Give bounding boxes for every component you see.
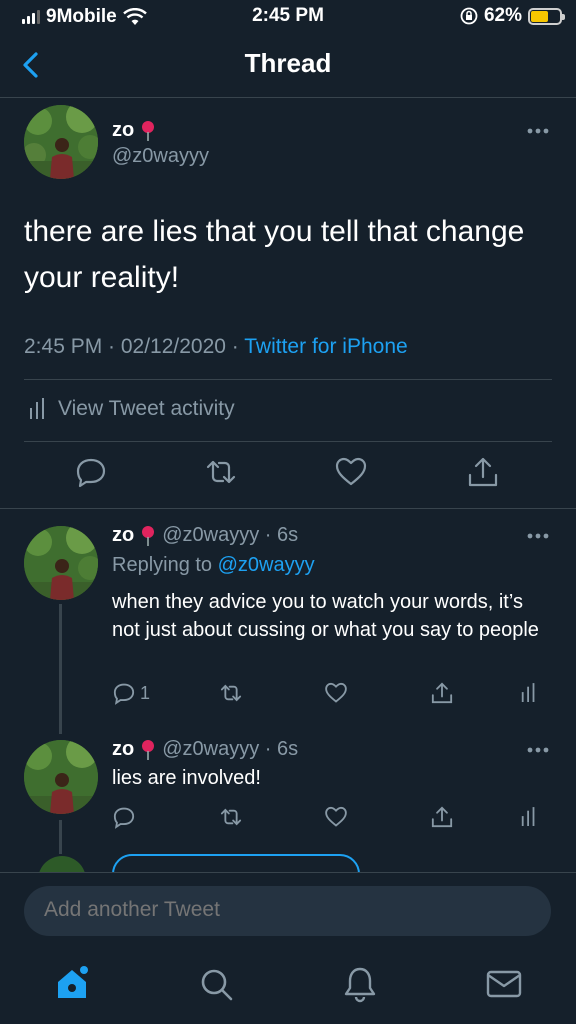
- nav-header: Thread: [0, 34, 576, 98]
- pin-emoji-icon: [142, 739, 155, 760]
- retweet-icon: [220, 684, 242, 702]
- more-icon[interactable]: [526, 532, 550, 540]
- home-icon[interactable]: [52, 964, 92, 1004]
- share-icon[interactable]: [466, 455, 500, 489]
- reply-count: 1: [140, 682, 151, 703]
- like-button[interactable]: [324, 804, 348, 830]
- notifications-icon[interactable]: [340, 964, 380, 1004]
- display-name: zo: [112, 524, 135, 546]
- activity-button[interactable]: [520, 804, 538, 830]
- divider: [24, 441, 552, 442]
- more-icon[interactable]: [526, 127, 550, 135]
- tweet-source-link[interactable]: Twitter for iPhone: [244, 335, 407, 358]
- tab-bar: [0, 950, 576, 1024]
- section-divider: [0, 508, 576, 509]
- activity-icon: [30, 398, 44, 419]
- handle-time: @z0wayyy · 6s: [162, 738, 299, 760]
- like-icon[interactable]: [334, 455, 368, 489]
- tweet-text: there are lies that you tell that change…: [24, 215, 525, 294]
- pin-emoji-icon: [142, 120, 155, 141]
- tweet-actions: 1: [0, 680, 576, 710]
- handle-time: @z0wayyy · 6s: [162, 524, 299, 546]
- avatar[interactable]: [24, 740, 98, 814]
- handle: @z0wayyy: [112, 145, 209, 167]
- replying-to: Replying to @z0wayyy: [112, 554, 315, 576]
- compose-bar[interactable]: [24, 886, 551, 936]
- view-activity-label: View Tweet activity: [58, 397, 235, 420]
- messages-icon[interactable]: [484, 964, 524, 1004]
- add-tweet-input[interactable]: [44, 898, 524, 922]
- activity-button[interactable]: [520, 680, 538, 706]
- status-bar: 9Mobile 2:45 PM 62%: [0, 0, 576, 34]
- like-icon: [325, 682, 347, 703]
- tweet-actions: [0, 804, 576, 834]
- avatar[interactable]: [24, 105, 98, 179]
- activity-icon: [521, 683, 535, 702]
- share-button[interactable]: [430, 680, 454, 706]
- battery-icon: [528, 7, 565, 25]
- battery-percent: 62%: [483, 5, 522, 26]
- reply-header: zo @z0wayyy · 6s: [112, 738, 298, 761]
- reply-button[interactable]: [112, 804, 136, 830]
- page-title: Thread: [244, 48, 332, 78]
- orientation-lock-icon: [460, 7, 478, 25]
- reply-icon[interactable]: [74, 455, 108, 489]
- like-icon: [325, 806, 347, 827]
- tweet-text: when they advice you to watch your words…: [112, 591, 539, 641]
- reply-icon: [113, 807, 135, 829]
- tweet-meta: 2:45 PM · 02/12/2020 · Twitter for iPhon…: [24, 335, 408, 359]
- reply-icon: [113, 683, 135, 705]
- battery-area: 62%: [460, 5, 565, 27]
- view-activity-link[interactable]: View Tweet activity: [28, 397, 235, 421]
- activity-icon: [521, 807, 535, 826]
- tweet-text: lies are involved!: [112, 767, 261, 789]
- like-button[interactable]: [324, 680, 348, 706]
- reply-button[interactable]: 1: [112, 680, 150, 706]
- retweet-icon[interactable]: [204, 455, 238, 489]
- avatar[interactable]: [24, 526, 98, 600]
- replying-to-link[interactable]: @z0wayyy: [218, 554, 315, 576]
- tweet-actions: [0, 455, 576, 495]
- retweet-icon: [220, 808, 242, 826]
- divider: [0, 872, 576, 873]
- share-icon: [431, 682, 453, 704]
- reply-header: zo @z0wayyy · 6s: [112, 524, 298, 547]
- pin-emoji-icon: [142, 525, 155, 546]
- share-icon: [431, 806, 453, 828]
- display-name: zo: [112, 738, 135, 760]
- tweet-timestamp: 2:45 PM · 02/12/2020 ·: [24, 335, 245, 358]
- divider: [24, 379, 552, 380]
- more-icon[interactable]: [526, 746, 550, 754]
- share-button[interactable]: [430, 804, 454, 830]
- retweet-button[interactable]: [218, 804, 244, 830]
- search-icon[interactable]: [196, 964, 236, 1004]
- retweet-button[interactable]: [218, 680, 244, 706]
- display-name: zo: [112, 119, 156, 142]
- thread-connector: [59, 604, 62, 734]
